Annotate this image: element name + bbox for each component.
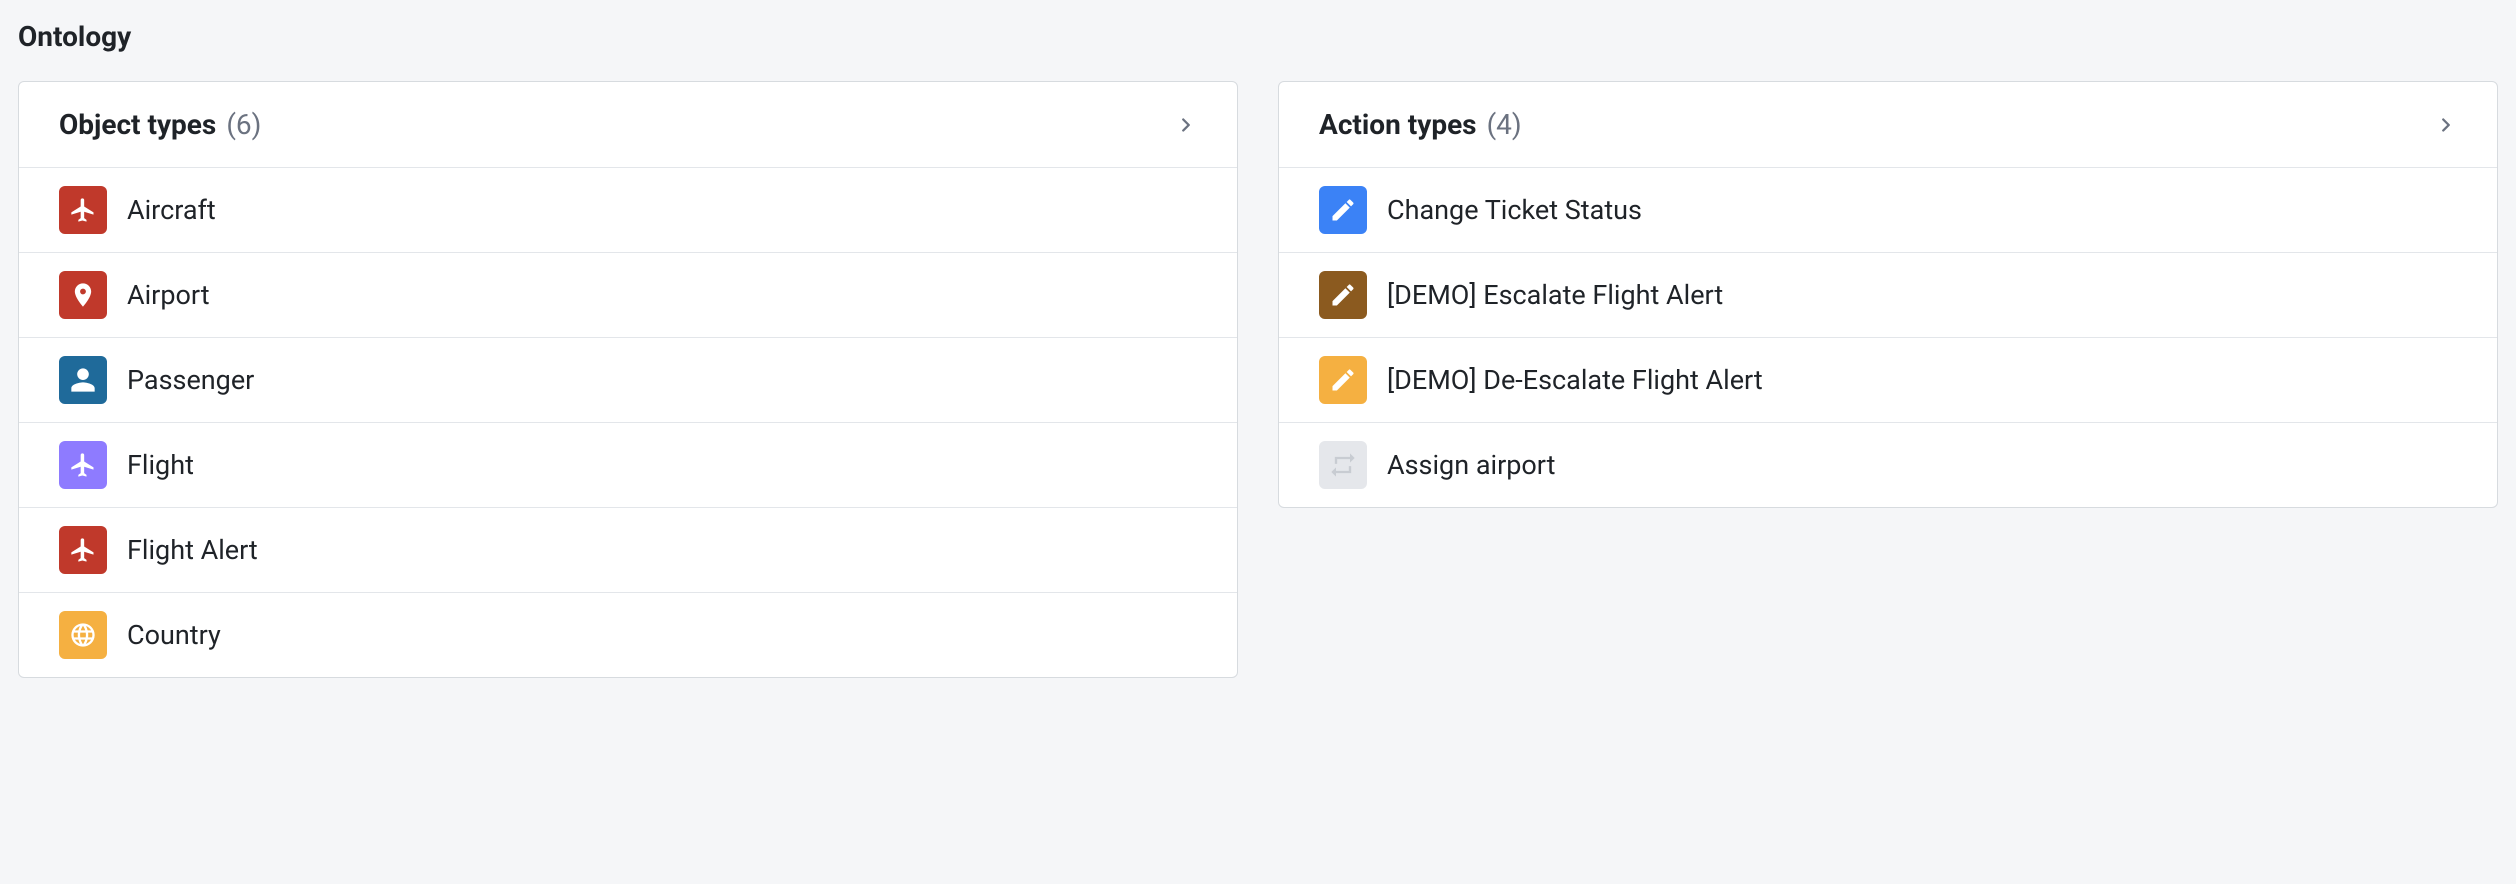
object-types-title: Object types xyxy=(59,108,216,141)
object-types-header[interactable]: Object types (6) xyxy=(19,82,1237,168)
object-type-country[interactable]: Country xyxy=(19,593,1237,677)
action-type-label: [DEMO] De-Escalate Flight Alert xyxy=(1387,364,1763,396)
action-type-label: Change Ticket Status xyxy=(1387,194,1642,226)
object-type-label: Flight Alert xyxy=(127,534,258,566)
object-type-passenger[interactable]: Passenger xyxy=(19,338,1237,423)
object-type-label: Airport xyxy=(127,279,210,311)
ontology-panels: Object types (6) Aircraft Airport Passen… xyxy=(18,81,2498,678)
action-types-panel: Action types (4) Change Ticket Status [D… xyxy=(1278,81,2498,508)
person-icon xyxy=(59,356,107,404)
action-types-title: Action types xyxy=(1319,108,1477,141)
action-type-assign-airport[interactable]: Assign airport xyxy=(1279,423,2497,507)
action-types-header-left: Action types (4) xyxy=(1319,108,1522,141)
airplane-icon xyxy=(59,526,107,574)
object-type-label: Country xyxy=(127,619,221,651)
object-types-count: (6) xyxy=(226,108,261,141)
chevron-right-icon xyxy=(2435,114,2457,136)
action-types-header[interactable]: Action types (4) xyxy=(1279,82,2497,168)
object-type-label: Aircraft xyxy=(127,194,216,226)
page-title: Ontology xyxy=(18,20,2498,53)
action-type-deescalate-flight-alert[interactable]: [DEMO] De-Escalate Flight Alert xyxy=(1279,338,2497,423)
globe-icon xyxy=(59,611,107,659)
object-type-flight[interactable]: Flight xyxy=(19,423,1237,508)
object-types-header-left: Object types (6) xyxy=(59,108,261,141)
object-type-flight-alert[interactable]: Flight Alert xyxy=(19,508,1237,593)
action-type-change-ticket-status[interactable]: Change Ticket Status xyxy=(1279,168,2497,253)
chevron-right-icon xyxy=(1175,114,1197,136)
action-types-count: (4) xyxy=(1487,108,1522,141)
pin-icon xyxy=(59,271,107,319)
action-type-escalate-flight-alert[interactable]: [DEMO] Escalate Flight Alert xyxy=(1279,253,2497,338)
object-type-aircraft[interactable]: Aircraft xyxy=(19,168,1237,253)
swap-icon xyxy=(1319,441,1367,489)
object-types-panel: Object types (6) Aircraft Airport Passen… xyxy=(18,81,1238,678)
object-type-airport[interactable]: Airport xyxy=(19,253,1237,338)
action-type-label: [DEMO] Escalate Flight Alert xyxy=(1387,279,1723,311)
object-type-label: Flight xyxy=(127,449,194,481)
pencil-icon xyxy=(1319,186,1367,234)
object-type-label: Passenger xyxy=(127,364,254,396)
pencil-icon xyxy=(1319,356,1367,404)
airplane-icon xyxy=(59,186,107,234)
pencil-icon xyxy=(1319,271,1367,319)
action-type-label: Assign airport xyxy=(1387,449,1555,481)
airplane-icon xyxy=(59,441,107,489)
